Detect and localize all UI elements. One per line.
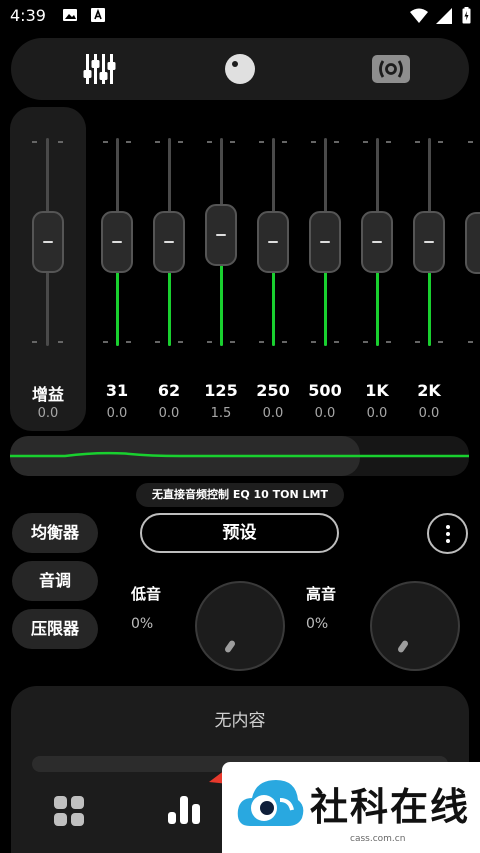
- band-frequency-label: 2K: [417, 381, 441, 400]
- tick-mark: [103, 141, 108, 143]
- surround-icon: [372, 55, 410, 83]
- tick-mark: [230, 141, 235, 143]
- tick-mark: [311, 141, 316, 143]
- tab-equalizer[interactable]: [23, 38, 175, 100]
- device-label: 无直接音频控制 EQ 10 TON LMT: [136, 483, 344, 507]
- band-slider-thumb[interactable]: [205, 203, 237, 266]
- dot: [445, 531, 450, 536]
- tick-mark: [126, 341, 131, 343]
- band-slider-thumb[interactable]: [257, 211, 289, 273]
- tick-mark: [311, 341, 316, 343]
- bass-knob[interactable]: [195, 581, 285, 671]
- tick-mark: [282, 141, 287, 143]
- dot: [445, 524, 450, 529]
- status-time: 4:39: [10, 6, 46, 25]
- tick-mark: [58, 341, 63, 343]
- band-gain-value: 0.0: [418, 406, 440, 421]
- tick-mark: [415, 341, 420, 343]
- watermark-url: cass.com.cn: [350, 834, 406, 844]
- tab-tone[interactable]: [164, 38, 316, 100]
- tone-mode-button[interactable]: 音调: [12, 561, 98, 601]
- treble-knob[interactable]: [370, 581, 460, 671]
- battery-icon: [462, 7, 471, 24]
- band-gain-value: 0.0: [262, 406, 284, 421]
- eq-curve-view[interactable]: [10, 436, 469, 476]
- equalizer-mode-button[interactable]: 均衡器: [12, 513, 98, 553]
- tick-mark: [178, 141, 183, 143]
- tick-mark: [363, 141, 368, 143]
- tick-mark: [103, 341, 108, 343]
- gain-label: 增益: [31, 385, 64, 404]
- band-frequency-label: 1K: [365, 381, 389, 400]
- band-frequency-label: 62: [157, 381, 181, 400]
- gain-value: 0.0: [37, 406, 59, 421]
- tick-mark: [259, 341, 264, 343]
- tick-mark: [32, 141, 37, 143]
- tick-mark: [230, 341, 235, 343]
- top-tab-bar: [11, 38, 469, 100]
- watermark-text: 社科在线: [310, 785, 471, 829]
- bass-label: 低音: [131, 585, 162, 603]
- grid-apps-icon[interactable]: [54, 796, 84, 826]
- tick-mark: [155, 341, 160, 343]
- band-gain-value: 0.0: [158, 406, 180, 421]
- tick-mark: [415, 141, 420, 143]
- tab-surround[interactable]: [315, 38, 467, 100]
- empty-playlist-text: 无内容: [214, 711, 266, 731]
- band-slider-thumb[interactable]: [153, 211, 185, 273]
- band-gain-value: 0.0: [366, 406, 388, 421]
- watermark: 社科在线 cass.com.cn: [222, 762, 480, 853]
- tick-mark: [58, 141, 63, 143]
- tick-mark: [32, 341, 37, 343]
- tick-mark: [282, 341, 287, 343]
- tick-mark: [178, 341, 183, 343]
- more-options-button[interactable]: [427, 513, 468, 554]
- tick-mark: [386, 341, 391, 343]
- band-frequency-label: 125: [204, 381, 238, 400]
- band-slider-thumb[interactable]: [413, 211, 445, 273]
- gain-slider-thumb[interactable]: [32, 211, 64, 273]
- dot: [445, 538, 450, 543]
- tick-mark: [386, 141, 391, 143]
- tick-mark: [468, 141, 473, 143]
- eq-response-curve: [10, 451, 469, 458]
- tick-mark: [259, 141, 264, 143]
- equalizer-sliders-icon: [83, 54, 116, 84]
- treble-value: 0%: [306, 616, 329, 632]
- tick-mark: [468, 341, 473, 343]
- limiter-mode-button[interactable]: 压限器: [12, 609, 98, 649]
- wifi-icon: [410, 8, 428, 23]
- tick-mark: [155, 141, 160, 143]
- bass-value: 0%: [131, 616, 154, 632]
- treble-label: 高音: [306, 585, 337, 603]
- knob-icon: [225, 54, 255, 84]
- tick-mark: [334, 341, 339, 343]
- tick-mark: [334, 141, 339, 143]
- band-gain-value: 0.0: [314, 406, 336, 421]
- preset-button[interactable]: 预设: [140, 513, 339, 553]
- visualizer-icon[interactable]: [166, 794, 202, 826]
- band-frequency-label: 500: [308, 381, 342, 400]
- band-gain-value: 0.0: [106, 406, 128, 421]
- cloud-logo-icon: [237, 780, 304, 826]
- band-frequency-label: 250: [256, 381, 290, 400]
- tick-mark: [438, 141, 443, 143]
- band-slider-thumb[interactable]: [309, 211, 341, 273]
- band-slider-thumb-partial[interactable]: [465, 212, 480, 274]
- tick-mark: [207, 141, 212, 143]
- tick-mark: [438, 341, 443, 343]
- tick-mark: [126, 141, 131, 143]
- tick-mark: [363, 341, 368, 343]
- image-notification-icon: [63, 9, 77, 21]
- band-gain-value: 1.5: [210, 406, 232, 421]
- tick-mark: [207, 341, 212, 343]
- band-slider-thumb[interactable]: [361, 211, 393, 273]
- cell-signal-icon: [436, 8, 452, 24]
- band-slider-thumb[interactable]: [101, 211, 133, 273]
- band-frequency-label: 31: [105, 381, 129, 400]
- app-notification-icon: [91, 8, 105, 22]
- status-bar: 4:39: [0, 0, 480, 32]
